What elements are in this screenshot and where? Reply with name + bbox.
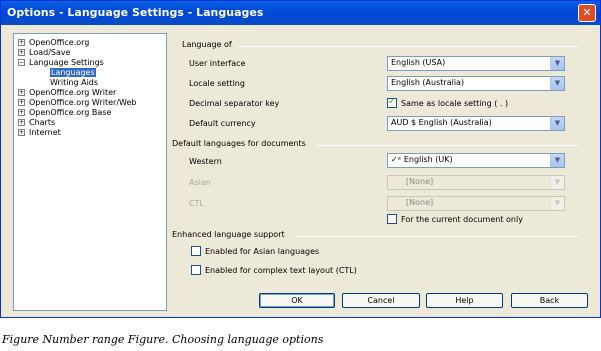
enhanced-support-heading: Enhanced language support (172, 230, 285, 239)
expand-icon[interactable]: + (18, 109, 25, 116)
tree-item-writing-aids[interactable]: Writing Aids (50, 78, 98, 88)
expand-icon[interactable]: + (18, 89, 25, 96)
back-button[interactable]: Back (511, 293, 588, 308)
tree-item-charts[interactable]: + Charts (18, 118, 55, 128)
close-button[interactable]: ✕ (578, 4, 596, 22)
current-document-only-label: For the current document only (401, 215, 523, 224)
tree-item-label: OpenOffice.org Writer (29, 88, 117, 97)
divider (297, 236, 578, 237)
current-document-only-checkbox[interactable] (387, 214, 397, 224)
chevron-down-icon[interactable]: ▼ (550, 117, 564, 130)
default-languages-heading: Default languages for documents (172, 139, 306, 148)
tree-item-writer-web[interactable]: + OpenOffice.org Writer/Web (18, 98, 136, 108)
ctl-select[interactable]: [None] ▼ (387, 196, 565, 211)
enable-asian-checkbox[interactable] (191, 246, 201, 256)
expand-icon[interactable]: + (18, 39, 25, 46)
figure-caption: Figure Number range Figure. Choosing lan… (2, 333, 324, 346)
close-icon: ✕ (582, 6, 592, 19)
chevron-down-icon[interactable]: ▼ (550, 176, 564, 189)
tree-item-label: Charts (29, 118, 56, 127)
window-title: Options - Language Settings - Languages (7, 6, 264, 19)
tree-item-label: Languages (50, 68, 96, 77)
expand-icon[interactable]: + (18, 99, 25, 106)
asian-value: [None] (406, 177, 434, 186)
tree-item-base[interactable]: + OpenOffice.org Base (18, 108, 111, 118)
western-select[interactable]: ✓ᵃ English (UK) ▼ (387, 153, 565, 168)
language-of-heading: Language of (182, 40, 232, 49)
chevron-down-icon[interactable]: ▼ (550, 57, 564, 70)
tree-item-load-save[interactable]: + Load/Save (18, 48, 71, 58)
asian-select[interactable]: [None] ▼ (387, 175, 565, 190)
expand-icon[interactable]: + (18, 119, 25, 126)
user-interface-select[interactable]: English (USA) ▼ (387, 56, 565, 71)
tree-item-label: OpenOffice.org Writer/Web (29, 98, 137, 107)
ctl-value: [None] (406, 198, 434, 207)
chevron-down-icon[interactable]: ▼ (550, 154, 564, 167)
tree-item-label: Writing Aids (50, 78, 99, 87)
default-currency-label: Default currency (189, 119, 256, 128)
tree-item-internet[interactable]: + Internet (18, 128, 61, 138)
enable-ctl-label: Enabled for complex text layout (CTL) (205, 266, 357, 275)
tree-item-openoffice[interactable]: + OpenOffice.org (18, 38, 89, 48)
chevron-down-icon[interactable]: ▼ (550, 197, 564, 210)
tree-item-language-settings[interactable]: − Language Settings (18, 58, 104, 68)
default-currency-select[interactable]: AUD $ English (Australia) ▼ (387, 116, 565, 131)
locale-setting-select[interactable]: English (Australia) ▼ (387, 76, 565, 91)
locale-setting-value: English (Australia) (391, 78, 465, 87)
tree-item-label: Language Settings (29, 58, 104, 67)
options-dialog: Options - Language Settings - Languages … (0, 0, 601, 318)
default-currency-value: AUD $ English (Australia) (391, 118, 492, 127)
ctl-label: CTL (189, 199, 204, 208)
decimal-separator-checkbox[interactable] (387, 97, 397, 108)
enable-ctl-checkbox[interactable] (191, 265, 201, 275)
tree-item-label: Load/Save (29, 48, 71, 57)
tree-item-label: Internet (29, 128, 61, 137)
divider (238, 46, 578, 47)
chevron-down-icon[interactable]: ▼ (550, 77, 564, 90)
western-label: Western (189, 157, 222, 166)
expand-icon[interactable]: + (18, 49, 25, 56)
asian-label: Asian (189, 178, 211, 187)
help-button[interactable]: Help (426, 293, 503, 308)
decimal-separator-checkbox-label: Same as locale setting ( . ) (401, 99, 509, 108)
title-bar[interactable]: Options - Language Settings - Languages … (1, 1, 600, 25)
decimal-separator-label: Decimal separator key (189, 99, 280, 108)
spellcheck-icon: ✓ᵃ (391, 155, 401, 164)
enable-asian-label: Enabled for Asian languages (205, 247, 320, 256)
western-value: English (UK) (403, 155, 453, 164)
user-interface-value: English (USA) (391, 58, 446, 67)
ok-button[interactable]: OK (259, 293, 335, 308)
cancel-button[interactable]: Cancel (342, 293, 420, 308)
collapse-icon[interactable]: − (18, 59, 25, 66)
user-interface-label: User interface (189, 59, 246, 68)
tree-item-writer[interactable]: + OpenOffice.org Writer (18, 88, 116, 98)
locale-setting-label: Locale setting (189, 79, 245, 88)
tree-item-label: OpenOffice.org (29, 38, 90, 47)
divider (317, 145, 578, 146)
tree-item-languages[interactable]: Languages (50, 68, 96, 78)
tree-item-label: OpenOffice.org Base (29, 108, 112, 117)
expand-icon[interactable]: + (18, 129, 25, 136)
options-tree: + OpenOffice.org + Load/Save − Language Set… (13, 33, 167, 311)
